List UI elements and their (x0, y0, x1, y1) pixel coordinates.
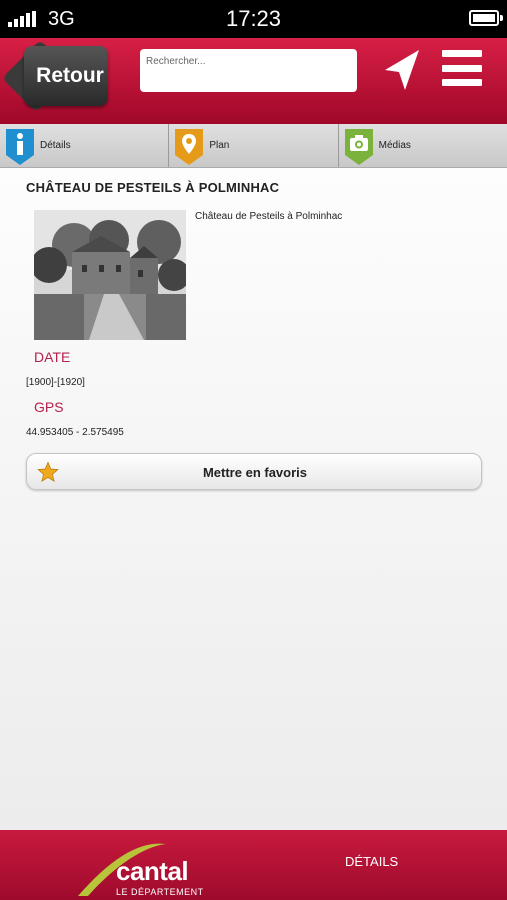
tab-plan[interactable]: Plan (169, 124, 339, 167)
tab-plan-label: Plan (209, 140, 230, 151)
favorite-label: Mettre en favoris (202, 465, 308, 480)
location-arrow-icon[interactable] (383, 48, 421, 92)
photo-caption: Château de Pesteils à Polminhac (195, 211, 343, 222)
status-bar: 3G 17:23 (0, 0, 507, 38)
footer-details-link[interactable]: DÉTAILS (345, 854, 398, 869)
detail-content: CHÂTEAU DE PESTEILS À POLMINHAC Château … (0, 168, 507, 830)
castle-photo[interactable] (34, 210, 186, 340)
add-favorite-button[interactable]: Mettre en favoris (26, 453, 482, 490)
page-title: CHÂTEAU DE PESTEILS À POLMINHAC (26, 180, 280, 195)
date-label: DATE (34, 349, 71, 365)
back-button[interactable]: Retour (24, 46, 108, 106)
map-pin-icon (175, 129, 204, 165)
footer-bar: cantal LE DÉPARTEMENT DÉTAILS (0, 830, 507, 900)
cantal-logo[interactable]: cantal LE DÉPARTEMENT (76, 834, 206, 898)
tab-details-label: Détails (40, 140, 71, 151)
battery-tip (500, 15, 503, 21)
logo-subtitle: LE DÉPARTEMENT (116, 887, 204, 897)
battery-icon (469, 10, 499, 26)
logo-name: cantal (116, 856, 189, 886)
top-header: Retour (0, 38, 507, 124)
search-input[interactable] (140, 49, 357, 92)
detail-tabs: Détails Plan Médias (0, 124, 507, 168)
camera-icon (344, 129, 373, 165)
tab-details[interactable]: Détails (0, 124, 170, 167)
status-clock: 17:23 (225, 6, 282, 31)
tab-medias[interactable]: Médias (339, 124, 507, 167)
gps-label: GPS (34, 399, 64, 415)
date-value: [1900]-[1920] (26, 377, 85, 388)
gps-value: 44.953405 - 2.575495 (26, 427, 124, 438)
menu-icon[interactable] (442, 50, 482, 86)
tab-medias-label: Médias (378, 140, 411, 151)
info-icon (6, 129, 34, 165)
